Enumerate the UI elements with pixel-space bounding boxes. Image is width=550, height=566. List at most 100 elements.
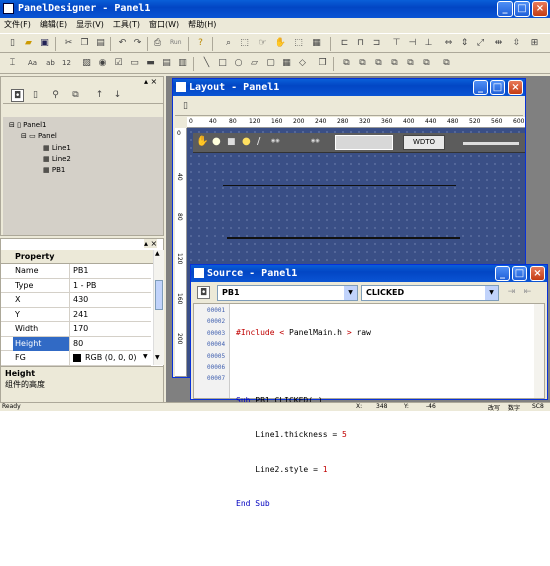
- page-icon[interactable]: ▯: [29, 89, 42, 102]
- same-height-icon[interactable]: ⇕: [458, 37, 471, 50]
- new-file-icon[interactable]: ▯: [6, 37, 19, 50]
- layout-maximize-button[interactable]: □: [490, 80, 505, 95]
- marquee-icon[interactable]: ⬚: [292, 37, 305, 50]
- layer-up-icon[interactable]: ⧉: [372, 57, 385, 70]
- text-icon[interactable]: ⌶: [6, 57, 19, 70]
- radio-icon[interactable]: ◉: [96, 57, 109, 70]
- same-width-icon[interactable]: ⇔: [442, 37, 455, 50]
- save-icon[interactable]: ▣: [38, 37, 51, 50]
- property-row[interactable]: Name PB1: [1, 264, 151, 279]
- tree-group-icon[interactable]: ⧉: [69, 89, 82, 102]
- number-icon[interactable]: 12: [60, 57, 73, 70]
- menu-help[interactable]: 帮助(H): [188, 20, 216, 29]
- space-h-icon[interactable]: ⇹: [492, 37, 505, 50]
- tree-item-pb1[interactable]: ▦ PB1: [43, 166, 65, 174]
- copy-icon[interactable]: ❐: [78, 37, 91, 50]
- menu-view[interactable]: 显示(V): [76, 20, 104, 29]
- align-right-icon[interactable]: ⊐: [370, 37, 383, 50]
- align-left-icon[interactable]: ⊏: [338, 37, 351, 50]
- layer-front-icon[interactable]: ⧉: [340, 57, 353, 70]
- event-select[interactable]: CLICKED ▼: [361, 285, 499, 301]
- chevron-down-icon[interactable]: ▼: [344, 286, 357, 300]
- paste-icon[interactable]: ▤: [94, 37, 107, 50]
- undo-icon[interactable]: ↶: [116, 37, 129, 50]
- scroll-thumb[interactable]: [155, 280, 163, 310]
- align-middle-icon[interactable]: ⊣: [406, 37, 419, 50]
- button-shape-icon[interactable]: ▬: [144, 57, 157, 70]
- layer-down-icon[interactable]: ⧉: [388, 57, 401, 70]
- pointer-icon[interactable]: ☞: [256, 37, 269, 50]
- chevron-down-icon[interactable]: ▼: [485, 286, 498, 300]
- center-icon[interactable]: ⊞: [528, 37, 541, 50]
- property-row[interactable]: X 430: [1, 293, 151, 308]
- layout-close-button[interactable]: ×: [508, 80, 523, 95]
- menu-tools[interactable]: 工具(T): [113, 20, 140, 29]
- source-close-button[interactable]: ×: [530, 266, 545, 281]
- property-scrollbar[interactable]: ▲ ▼: [153, 250, 164, 365]
- source-minimize-button[interactable]: _: [495, 266, 510, 281]
- combobox-icon[interactable]: ▭: [128, 57, 141, 70]
- dock-pin-icon[interactable]: ▴ ×: [144, 239, 158, 248]
- tree-item-panel[interactable]: ⊟ ▭ Panel: [21, 132, 57, 140]
- property-row[interactable]: Type 1 - PB: [1, 279, 151, 293]
- align-bottom-icon[interactable]: ⊥: [422, 37, 435, 50]
- line2-shape[interactable]: [227, 237, 460, 239]
- tree-tool-icon[interactable]: ⚲: [49, 89, 62, 102]
- cut-icon[interactable]: ✂: [62, 37, 75, 50]
- property-row[interactable]: Width 170: [1, 322, 151, 337]
- source-camera-icon[interactable]: ◘: [197, 286, 210, 299]
- property-row[interactable]: FG RGB (0, 0, 0) ▼: [1, 351, 151, 366]
- property-row-selected[interactable]: Height 80: [1, 336, 151, 351]
- cube-icon[interactable]: ❒: [316, 57, 329, 70]
- group-icon[interactable]: ⧉: [404, 57, 417, 70]
- move-down-icon[interactable]: ↓: [111, 89, 124, 102]
- polygon-icon[interactable]: ▱: [248, 57, 261, 70]
- maximize-button[interactable]: □: [514, 1, 530, 17]
- align-center-icon[interactable]: ⊓: [354, 37, 367, 50]
- print-icon[interactable]: ⎙: [151, 37, 164, 50]
- line1-shape[interactable]: [223, 185, 456, 186]
- menu-edit[interactable]: 编辑(E): [40, 20, 67, 29]
- menu-window[interactable]: 窗口(W): [149, 20, 179, 29]
- ungroup-icon[interactable]: ⧉: [420, 57, 433, 70]
- tree-item-panel1[interactable]: ⊟ ▯ Panel1: [9, 121, 47, 129]
- object-select[interactable]: PB1 ▼: [217, 285, 358, 301]
- font-icon[interactable]: ab: [44, 57, 57, 70]
- layout-minimize-button[interactable]: _: [473, 80, 488, 95]
- open-folder-icon[interactable]: ▰: [22, 37, 35, 50]
- line-icon[interactable]: ╲: [200, 57, 213, 70]
- help-icon[interactable]: ?: [194, 37, 207, 50]
- same-size-icon[interactable]: ⤢: [474, 37, 487, 50]
- listbox-icon[interactable]: ▤: [160, 57, 173, 70]
- source-maximize-button[interactable]: □: [512, 266, 527, 281]
- label-icon[interactable]: Aa: [26, 57, 39, 70]
- tree-item-line1[interactable]: ▦ Line1: [43, 144, 71, 152]
- redo-icon[interactable]: ↷: [131, 37, 144, 50]
- indent-icon[interactable]: ⇥: [505, 286, 518, 299]
- image-icon[interactable]: ▨: [80, 57, 93, 70]
- menu-file[interactable]: 文件(F): [4, 20, 31, 29]
- close-button[interactable]: ×: [532, 1, 548, 17]
- outdent-icon[interactable]: ⇤: [521, 286, 534, 299]
- space-v-icon[interactable]: ⇳: [510, 37, 523, 50]
- rectangle-icon[interactable]: □: [216, 57, 229, 70]
- frame-icon[interactable]: ▢: [264, 57, 277, 70]
- ellipse-icon[interactable]: ○: [232, 57, 245, 70]
- dock-pin-icon[interactable]: ▴ ×: [144, 77, 157, 86]
- scroll-icon[interactable]: ▥: [176, 57, 189, 70]
- grid-icon[interactable]: ▦: [310, 37, 323, 50]
- shape-icon[interactable]: ◇: [296, 57, 309, 70]
- distribute-icon[interactable]: ⧉: [440, 57, 453, 70]
- align-top-icon[interactable]: ⊤: [390, 37, 403, 50]
- zoom-icon[interactable]: ⌕: [222, 37, 235, 50]
- tree-item-line2[interactable]: ▦ Line2: [43, 155, 71, 163]
- layer-back-icon[interactable]: ⧉: [356, 57, 369, 70]
- layout-page-icon[interactable]: ▯: [179, 100, 192, 113]
- minimize-button[interactable]: _: [497, 1, 513, 17]
- code-editor[interactable]: 00001 00002 00003 00004 00005 00006 0000…: [193, 303, 545, 508]
- move-up-icon[interactable]: ↑: [93, 89, 106, 102]
- checkbox-icon[interactable]: ☑: [112, 57, 125, 70]
- dropdown-arrow-icon[interactable]: ▼: [143, 353, 148, 360]
- select-icon[interactable]: ⬚: [238, 37, 251, 50]
- run-button[interactable]: Run: [170, 39, 182, 46]
